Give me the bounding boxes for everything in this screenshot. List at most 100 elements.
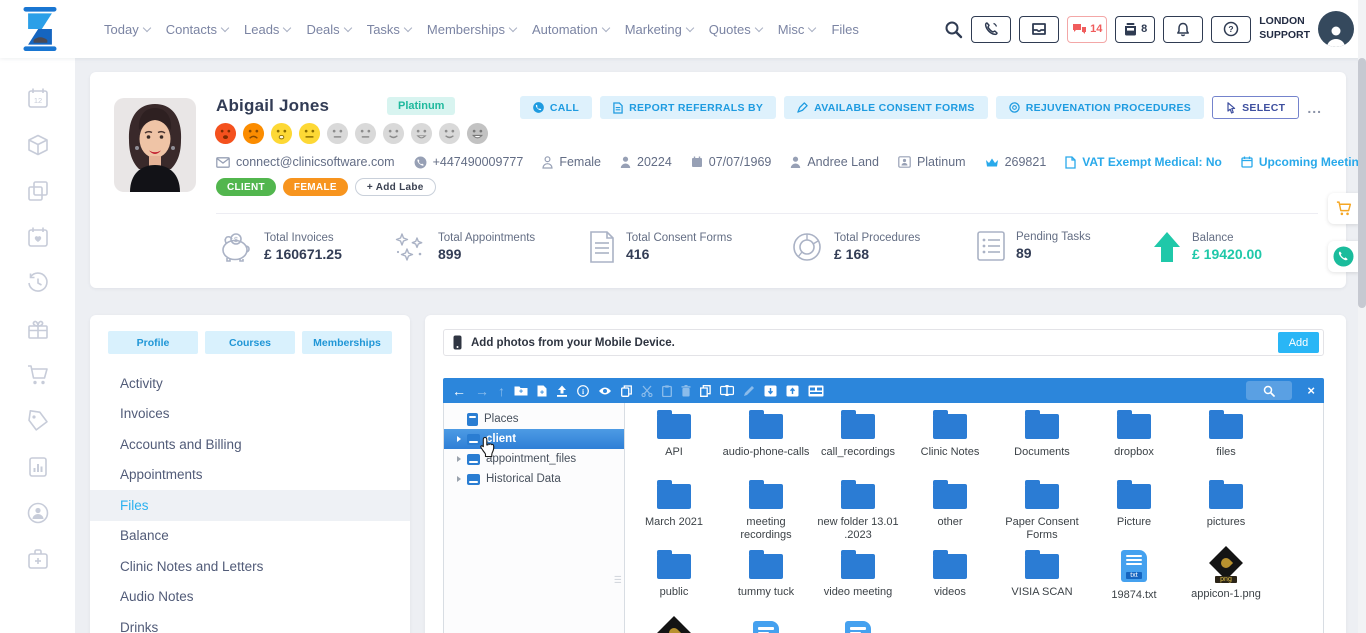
duplicate-icon[interactable] — [700, 385, 711, 397]
file-item[interactable]: files — [1180, 409, 1272, 479]
consent-forms-button[interactable]: AVAILABLE CONSENT FORMS — [784, 96, 988, 119]
paste-icon[interactable] — [662, 385, 672, 397]
file-item[interactable]: video meeting — [812, 549, 904, 619]
cart-icon[interactable] — [26, 363, 50, 387]
close-icon[interactable]: × — [1307, 383, 1315, 398]
package-icon[interactable] — [26, 133, 50, 157]
rename-icon[interactable] — [720, 385, 734, 396]
cut-icon[interactable] — [641, 385, 653, 397]
menu-item-invoices[interactable]: Invoices — [90, 399, 410, 430]
file-item[interactable]: other — [904, 479, 996, 549]
tab-memberships[interactable]: Memberships — [302, 331, 392, 354]
file-item[interactable]: Documents — [996, 409, 1088, 479]
client-email[interactable]: connect@clinicsoftware.com — [216, 155, 395, 169]
file-item[interactable]: dropbox — [1088, 409, 1180, 479]
mood-3-icon[interactable] — [270, 122, 293, 145]
pos-button[interactable]: 8 — [1115, 16, 1155, 43]
notifications-button[interactable] — [1163, 16, 1203, 43]
mood-8-icon[interactable] — [410, 122, 433, 145]
delete-icon[interactable] — [681, 385, 691, 397]
extract-icon[interactable] — [786, 385, 799, 397]
nav-tasks[interactable]: Tasks — [367, 22, 411, 37]
up-icon[interactable]: ↑ — [498, 384, 505, 398]
info-icon[interactable]: i — [577, 385, 589, 397]
file-item[interactable]: png — [628, 619, 720, 633]
person-time-icon[interactable] — [26, 501, 50, 525]
nav-contacts[interactable]: Contacts — [166, 22, 228, 37]
inbox-button[interactable] — [1019, 16, 1059, 43]
tree-item-appointment-files[interactable]: appointment_files — [444, 449, 624, 469]
menu-item-clinic-notes[interactable]: Clinic Notes and Letters — [90, 551, 410, 582]
tag-icon[interactable] — [26, 409, 50, 433]
mood-10-icon[interactable] — [466, 122, 489, 145]
call-button[interactable]: CALL — [520, 96, 592, 119]
nav-leads[interactable]: Leads — [244, 22, 290, 37]
archive-icon[interactable] — [764, 385, 777, 397]
file-item[interactable]: meeting recordings — [720, 479, 812, 549]
back-icon[interactable]: ← — [452, 384, 466, 398]
report-referrals-button[interactable]: REPORT REFERRALS BY — [600, 96, 776, 119]
nav-marketing[interactable]: Marketing — [625, 22, 693, 37]
tree-item-places[interactable]: Places — [444, 409, 624, 429]
file-item[interactable]: call_recordings — [812, 409, 904, 479]
chat-button[interactable]: 14 — [1067, 16, 1107, 43]
client-phone[interactable]: +447490009777 — [414, 155, 524, 169]
mood-5-icon[interactable] — [326, 122, 349, 145]
tab-profile[interactable]: Profile — [108, 331, 198, 354]
calendar-heart-icon[interactable] — [26, 225, 50, 249]
mood-7-icon[interactable] — [382, 122, 405, 145]
copy-icon[interactable] — [621, 385, 632, 397]
dialer-button[interactable] — [971, 16, 1011, 43]
upload-icon[interactable] — [556, 385, 568, 397]
nav-quotes[interactable]: Quotes — [709, 22, 762, 37]
tree-resize-grip[interactable]: ─── — [615, 575, 621, 584]
mood-6-icon[interactable] — [354, 122, 377, 145]
file-item[interactable]: tummy tuck — [720, 549, 812, 619]
report-icon[interactable] — [26, 455, 50, 479]
file-item[interactable]: Picture — [1088, 479, 1180, 549]
client-photo[interactable] — [114, 98, 196, 192]
user-avatar[interactable] — [1318, 11, 1354, 47]
select-button[interactable]: SELECT — [1212, 96, 1299, 119]
menu-item-files[interactable]: Files — [90, 490, 410, 521]
menu-item-balance[interactable]: Balance — [90, 521, 410, 552]
file-item[interactable]: VISIA SCAN — [996, 549, 1088, 619]
nav-deals[interactable]: Deals — [306, 22, 350, 37]
mood-9-icon[interactable] — [438, 122, 461, 145]
page-scrollbar[interactable] — [1358, 0, 1366, 633]
gift-icon[interactable] — [26, 317, 50, 341]
calendar-icon[interactable]: 12 — [26, 86, 50, 110]
vat-status-link[interactable]: VAT Exempt Medical: No — [1065, 155, 1222, 169]
menu-item-audio-notes[interactable]: Audio Notes — [90, 582, 410, 613]
view-mode-icon[interactable] — [808, 385, 824, 397]
nav-misc[interactable]: Misc — [778, 22, 816, 37]
more-actions-button[interactable]: ... — [1307, 100, 1322, 116]
new-folder-icon[interactable]: + — [514, 385, 528, 396]
new-file-icon[interactable]: + — [537, 385, 547, 397]
file-item[interactable]: API — [628, 409, 720, 479]
file-item[interactable]: audio-phone-calls — [720, 409, 812, 479]
nav-today[interactable]: Today — [104, 22, 150, 37]
search-icon[interactable] — [944, 20, 963, 39]
menu-item-activity[interactable]: Activity — [90, 368, 410, 399]
file-item[interactable]: Clinic Notes — [904, 409, 996, 479]
search-button[interactable] — [1246, 381, 1292, 400]
menu-item-appointments[interactable]: Appointments — [90, 460, 410, 491]
upcoming-meetings-link[interactable]: Upcoming Meetings — [1241, 155, 1366, 169]
preview-icon[interactable] — [598, 386, 612, 396]
mood-1-icon[interactable] — [214, 122, 237, 145]
tab-courses[interactable]: Courses — [205, 331, 295, 354]
file-item[interactable]: videos — [904, 549, 996, 619]
scrollbar-thumb[interactable] — [1358, 58, 1366, 308]
mood-2-icon[interactable] — [242, 122, 265, 145]
menu-item-accounts-billing[interactable]: Accounts and Billing — [90, 429, 410, 460]
help-button[interactable]: ? — [1211, 16, 1251, 43]
case-add-icon[interactable] — [26, 547, 50, 571]
call-floating-button[interactable] — [1328, 241, 1359, 272]
tree-item-historical-data[interactable]: Historical Data — [444, 469, 624, 489]
file-item[interactable] — [812, 619, 904, 633]
file-item[interactable]: pngappicon-1.png — [1180, 549, 1272, 619]
file-item[interactable]: pictures — [1180, 479, 1272, 549]
nav-memberships[interactable]: Memberships — [427, 22, 516, 37]
file-item[interactable] — [720, 619, 812, 633]
